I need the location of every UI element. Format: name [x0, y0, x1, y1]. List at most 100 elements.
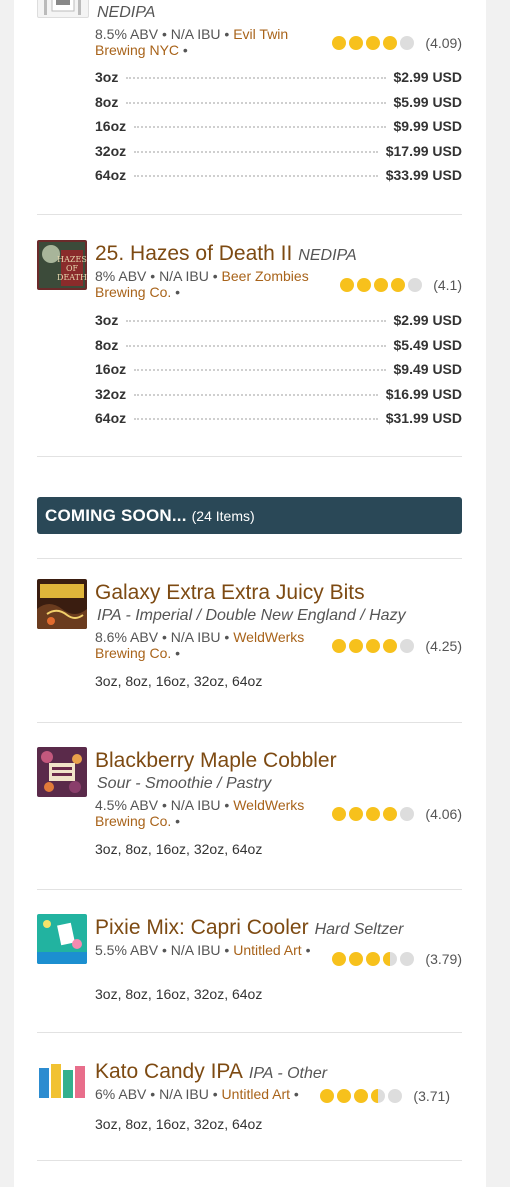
- serving-price: $5.99 USD: [393, 93, 462, 110]
- serving-size: 64oz: [95, 167, 127, 183]
- beer-meta: 5.5% ABV • N/A IBU • Untitled Art •: [95, 942, 320, 958]
- rating-value: (4.25): [425, 638, 462, 654]
- rating-dot: [374, 278, 389, 292]
- separator: •: [212, 1086, 218, 1102]
- rating-dot: [400, 952, 415, 966]
- beer-title-link[interactable]: Galaxy Extra Extra Juicy Bits: [95, 581, 365, 604]
- divider: [37, 456, 462, 457]
- rating-value: (3.79): [425, 951, 462, 967]
- price-row: 64oz $33.99 USD: [95, 167, 462, 192]
- rating-dot: [349, 807, 364, 821]
- rating-value: (4.06): [425, 806, 462, 822]
- price-row: 64oz $31.99 USD: [95, 410, 462, 435]
- separator: •: [224, 797, 230, 813]
- separator: •: [224, 942, 230, 958]
- serving-price: $2.99 USD: [393, 312, 462, 328]
- ibu: N/A IBU: [159, 1086, 209, 1102]
- beer-item: Kato Candy IPA IPA - Other 6% ABV • N/A I…: [37, 1058, 462, 1158]
- rating-dot: [400, 807, 415, 821]
- available-sizes: 3oz, 8oz, 16oz, 32oz, 64oz: [95, 1116, 263, 1132]
- beer-title-link[interactable]: Kato Candy IPA: [95, 1060, 243, 1083]
- serving-price: $17.99 USD: [385, 142, 462, 159]
- separator: •: [161, 942, 167, 958]
- beer-label-image[interactable]: [37, 579, 87, 629]
- rating-value: (4.09): [425, 35, 462, 51]
- svg-text:OF: OF: [66, 264, 79, 273]
- rating-dot: [349, 36, 364, 50]
- price-row: 32oz $16.99 USD: [95, 386, 462, 411]
- beer-label-image[interactable]: [37, 914, 87, 964]
- coming-soon-header: COMING SOON... (24 Items): [37, 497, 462, 534]
- separator: •: [224, 26, 230, 42]
- rating-dot: [332, 639, 347, 653]
- separator: •: [161, 629, 167, 645]
- rating-dot: [332, 36, 347, 50]
- serving-price: $2.99 USD: [393, 69, 462, 85]
- beer-item: HAZES OF DEATH 25. Hazes of Death II NEDI…: [37, 240, 462, 440]
- item-count: (24 Items): [191, 507, 255, 524]
- rating-dot: [408, 278, 423, 292]
- serving-size: 16oz: [95, 361, 127, 377]
- beer-label-image[interactable]: HAZES OF DEATH: [37, 240, 87, 290]
- beer-title-link[interactable]: 25. Hazes of Death II: [95, 242, 292, 265]
- separator: •: [175, 284, 181, 300]
- beer-label-image[interactable]: [37, 0, 89, 18]
- price-row: 3oz $2.99 USD: [95, 312, 462, 337]
- serving-size: 32oz: [95, 385, 127, 402]
- abv: 5.5% ABV: [95, 942, 159, 958]
- rating-dot: [366, 807, 381, 821]
- beer-item: Blackberry Maple Cobbler Sour - Smoothie…: [37, 747, 462, 867]
- price-row: 3oz $2.99 USD: [95, 69, 462, 94]
- available-sizes: 3oz, 8oz, 16oz, 32oz, 64oz: [95, 673, 263, 689]
- rating-dot: [383, 952, 398, 966]
- beer-title-link[interactable]: Pixie Mix: Capri Cooler: [95, 916, 309, 939]
- beer-item: Galaxy Extra Extra Juicy Bits IPA - Impe…: [37, 579, 462, 699]
- svg-text:HAZES: HAZES: [57, 255, 87, 264]
- rating-dot: [371, 1089, 386, 1103]
- price-row: 16oz $9.49 USD: [95, 361, 462, 386]
- serving-size: 16oz: [95, 118, 127, 134]
- serving-price: $9.49 USD: [393, 361, 462, 377]
- divider: [37, 1032, 462, 1033]
- divider: [37, 1160, 462, 1161]
- ibu: N/A IBU: [170, 942, 221, 958]
- rating-dot: [383, 639, 398, 653]
- available-sizes: 3oz, 8oz, 16oz, 32oz, 64oz: [95, 986, 263, 1002]
- divider: [37, 558, 462, 559]
- rating-dot: [383, 36, 398, 50]
- separator: •: [212, 268, 218, 284]
- separator: •: [224, 629, 230, 645]
- rating-dot: [383, 807, 398, 821]
- rating-dots: [332, 639, 417, 653]
- serving-price: $5.49 USD: [393, 336, 462, 353]
- rating-dot: [400, 36, 415, 50]
- rating: (3.71): [320, 1086, 450, 1106]
- separator: •: [175, 813, 181, 829]
- brewery-link[interactable]: Untitled Art: [222, 1086, 290, 1102]
- serving-price: $31.99 USD: [385, 410, 462, 426]
- price-row: 16oz $9.99 USD: [95, 118, 462, 143]
- serving-size: 3oz: [95, 69, 119, 85]
- available-sizes: 3oz, 8oz, 16oz, 32oz, 64oz: [95, 841, 263, 857]
- section-title: COMING SOON...: [45, 505, 187, 525]
- abv: 8.6% ABV: [95, 629, 159, 645]
- abv: 4.5% ABV: [95, 797, 159, 813]
- menu-page: NEDIPA 8.5% ABV • N/A IBU • Evil Twin Br…: [14, 0, 486, 1187]
- beer-style: IPA - Other: [248, 1065, 328, 1082]
- beer-title-link[interactable]: Blackberry Maple Cobbler: [95, 749, 337, 772]
- rating-dot: [349, 952, 364, 966]
- beer-label-image[interactable]: [37, 747, 87, 797]
- rating: (4.25): [332, 629, 462, 663]
- separator: •: [150, 1086, 156, 1102]
- rating-dot: [332, 807, 347, 821]
- separator: •: [305, 942, 311, 958]
- beer-meta: 8.5% ABV • N/A IBU • Evil Twin Brewing N…: [95, 26, 320, 58]
- serving-size: 3oz: [95, 312, 119, 328]
- abv: 8.5% ABV: [95, 26, 159, 42]
- brewery-link[interactable]: Untitled Art: [233, 942, 301, 958]
- beer-item-top: NEDIPA 8.5% ABV • N/A IBU • Evil Twin Br…: [37, 0, 462, 201]
- beer-style: Sour - Smoothie / Pastry: [97, 775, 272, 792]
- beer-label-image[interactable]: [37, 1058, 87, 1102]
- beer-meta: 8% ABV • N/A IBU • Beer Zombies Brewing …: [95, 268, 320, 300]
- rating-dots: [340, 278, 425, 292]
